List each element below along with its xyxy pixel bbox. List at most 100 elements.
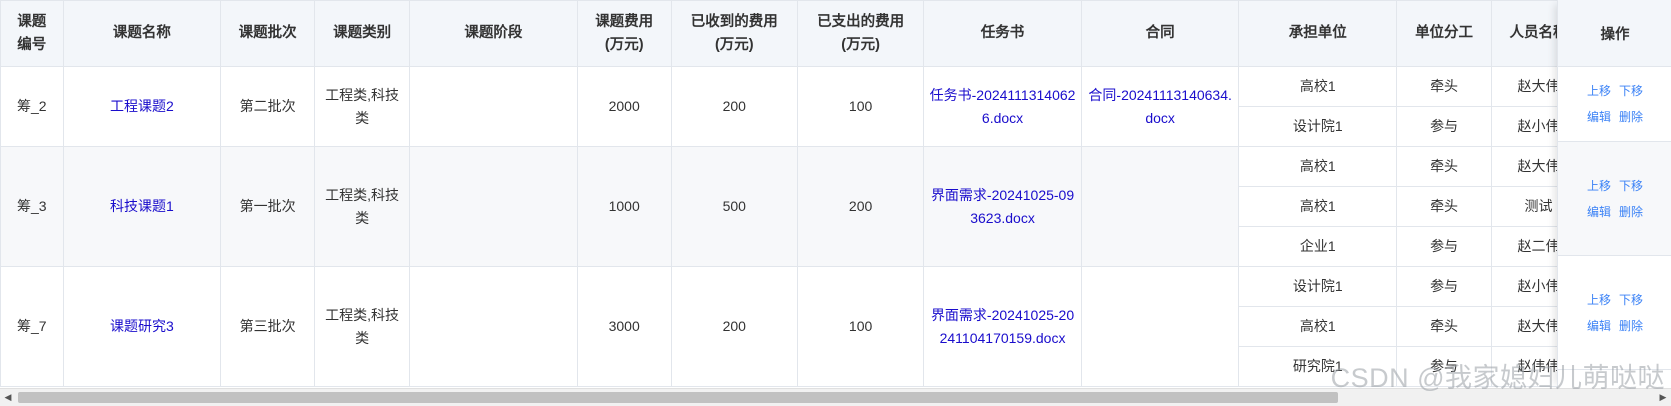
cell-unit-role: 参与: [1396, 106, 1493, 147]
cell-task-book-link[interactable]: 任务书-20241113140626.docx: [923, 66, 1082, 147]
col-header-paid[interactable]: 已支出的费用 (万元): [796, 0, 925, 67]
cell-contract-link-text[interactable]: 合同-20241113140634.docx: [1088, 87, 1231, 126]
operations-line-move: 上移 下移: [1587, 287, 1643, 313]
cell-batch-text: 第二批次: [239, 98, 296, 114]
cell-unit-role: 牵头: [1396, 146, 1493, 187]
operations-line-move: 上移 下移: [1587, 78, 1643, 104]
cell-name-text[interactable]: 课题研究3: [110, 318, 174, 334]
move-up-button[interactable]: 上移: [1587, 287, 1611, 313]
cell-category: 工程类,科技类: [314, 66, 411, 147]
cell-paid-text: 200: [848, 198, 873, 214]
col-header-contract[interactable]: 合同: [1080, 0, 1240, 67]
col-header-batch[interactable]: 课题批次: [220, 0, 316, 67]
col-header-fee[interactable]: 课题费用 (万元): [576, 0, 672, 67]
cell-fee-text: 1000: [608, 198, 640, 214]
cell-fee-text: 2000: [608, 98, 640, 114]
scroll-left-arrow-icon[interactable]: ◀: [0, 389, 16, 406]
watermark: CSDN @我家媳妇儿萌哒哒: [1330, 363, 1665, 393]
operations-line-edit: 编辑 删除: [1587, 104, 1643, 130]
cell-name-text[interactable]: 工程课题2: [110, 98, 174, 114]
cell-unit-role: 牵头: [1396, 186, 1493, 227]
cell-name[interactable]: 工程课题2: [62, 66, 222, 147]
cell-unit: 高校1: [1238, 306, 1398, 347]
cell-unit: 高校1: [1238, 66, 1398, 107]
col-header-code[interactable]: 课题 编号: [0, 0, 64, 67]
delete-button[interactable]: 删除: [1619, 104, 1643, 130]
cell-unit: 企业1: [1238, 226, 1398, 267]
cell-code: 筹_2: [0, 66, 64, 147]
move-down-button[interactable]: 下移: [1619, 173, 1643, 199]
operations-line-edit: 编辑 删除: [1587, 313, 1643, 339]
operations-line-edit: 编辑 删除: [1587, 199, 1643, 225]
cell-fee: 3000: [576, 266, 672, 387]
cell-unit-role: 牵头: [1396, 66, 1493, 107]
cell-unit: 高校1: [1238, 146, 1398, 187]
col-header-operations: 操作: [1558, 0, 1671, 67]
cell-name-text[interactable]: 科技课题1: [110, 198, 174, 214]
col-header-unit-role[interactable]: 单位分工: [1396, 0, 1493, 67]
cell-batch-text: 第一批次: [239, 198, 296, 214]
edit-button[interactable]: 编辑: [1587, 199, 1611, 225]
edit-button[interactable]: 编辑: [1587, 104, 1611, 130]
cell-name[interactable]: 科技课题1: [62, 146, 222, 267]
cell-fee-text: 3000: [608, 318, 640, 334]
cell-received: 200: [670, 266, 798, 387]
cell-unit: 设计院1: [1238, 266, 1398, 307]
cell-received: 500: [670, 146, 798, 267]
cell-category-text: 工程类,科技类: [325, 186, 400, 226]
table-row: 筹_2 工程课题2 第二批次 工程类,科技类 2000 200 100 任务书-2024111…: [0, 66, 1671, 147]
cell-batch: 第一批次: [220, 146, 316, 267]
operations-cell: 上移 下移 编辑 删除: [1558, 66, 1671, 142]
delete-button[interactable]: 删除: [1619, 313, 1643, 339]
col-header-task-book[interactable]: 任务书: [923, 0, 1082, 67]
col-header-name[interactable]: 课题名称: [62, 0, 222, 67]
col-header-category[interactable]: 课题类别: [314, 0, 411, 67]
cell-code-text: 筹_3: [17, 198, 47, 214]
move-down-button[interactable]: 下移: [1619, 78, 1643, 104]
move-up-button[interactable]: 上移: [1587, 78, 1611, 104]
delete-button[interactable]: 删除: [1619, 199, 1643, 225]
cell-code-text: 筹_7: [17, 318, 47, 334]
cell-task-book-link[interactable]: 界面需求-20241025-20241104170159.docx: [923, 266, 1082, 387]
project-table-container: 课题 编号 课题名称 课题批次 课题类别 课题阶段 课题费用 (万元) 已收到的…: [0, 0, 1671, 388]
cell-category-text: 工程类,科技类: [325, 86, 400, 126]
cell-unit: 设计院1: [1238, 106, 1398, 147]
cell-received-text: 500: [722, 198, 746, 214]
col-header-unit[interactable]: 承担单位: [1238, 0, 1398, 67]
cell-paid-text: 100: [848, 98, 873, 114]
cell-unit-role: 牵头: [1396, 306, 1493, 347]
cell-stage: [409, 146, 578, 267]
cell-stage: [409, 66, 578, 147]
project-table: 课题 编号 课题名称 课题批次 课题类别 课题阶段 课题费用 (万元) 已收到的…: [0, 0, 1671, 387]
cell-stage: [409, 266, 578, 387]
cell-name[interactable]: 课题研究3: [62, 266, 222, 387]
cell-task-book-link-text[interactable]: 界面需求-20241025-20241104170159.docx: [931, 307, 1074, 346]
operations-cell: 上移 下移 编辑 删除: [1558, 142, 1671, 256]
cell-contract-link: [1080, 266, 1240, 387]
cell-category: 工程类,科技类: [314, 266, 411, 387]
table-row: 筹_7 课题研究3 第三批次 工程类,科技类 3000 200 100 界面需求-202410…: [0, 266, 1671, 387]
cell-batch: 第二批次: [220, 66, 316, 147]
move-down-button[interactable]: 下移: [1619, 287, 1643, 313]
table-row: 筹_3 科技课题1 第一批次 工程类,科技类 1000 500 200 界面需求-202410…: [0, 146, 1671, 267]
cell-paid: 100: [796, 266, 925, 387]
edit-button[interactable]: 编辑: [1587, 313, 1611, 339]
cell-task-book-link[interactable]: 界面需求-20241025-093623.docx: [923, 146, 1082, 267]
cell-contract-link[interactable]: 合同-20241113140634.docx: [1080, 66, 1240, 147]
cell-task-book-link-text[interactable]: 界面需求-20241025-093623.docx: [931, 187, 1074, 226]
cell-batch: 第三批次: [220, 266, 316, 387]
operations-column: 操作 上移 下移 编辑 删除 上移 下移 编辑 删除 上移 下移 编辑 删除: [1557, 0, 1671, 388]
operations-cell: 上移 下移 编辑 删除: [1558, 256, 1671, 370]
scrollbar-thumb[interactable]: [18, 392, 1338, 403]
cell-task-book-link-text[interactable]: 任务书-20241113140626.docx: [930, 87, 1076, 126]
move-up-button[interactable]: 上移: [1587, 173, 1611, 199]
cell-fee: 1000: [576, 146, 672, 267]
col-header-received[interactable]: 已收到的费用 (万元): [670, 0, 798, 67]
cell-paid-text: 100: [848, 318, 873, 334]
table-header-row: 课题 编号 课题名称 课题批次 课题类别 课题阶段 课题费用 (万元) 已收到的…: [0, 0, 1671, 67]
cell-code-text: 筹_2: [17, 98, 47, 114]
col-header-stage[interactable]: 课题阶段: [409, 0, 578, 67]
cell-fee: 2000: [576, 66, 672, 147]
operations-line-move: 上移 下移: [1587, 173, 1643, 199]
cell-unit-role: 参与: [1396, 266, 1493, 307]
